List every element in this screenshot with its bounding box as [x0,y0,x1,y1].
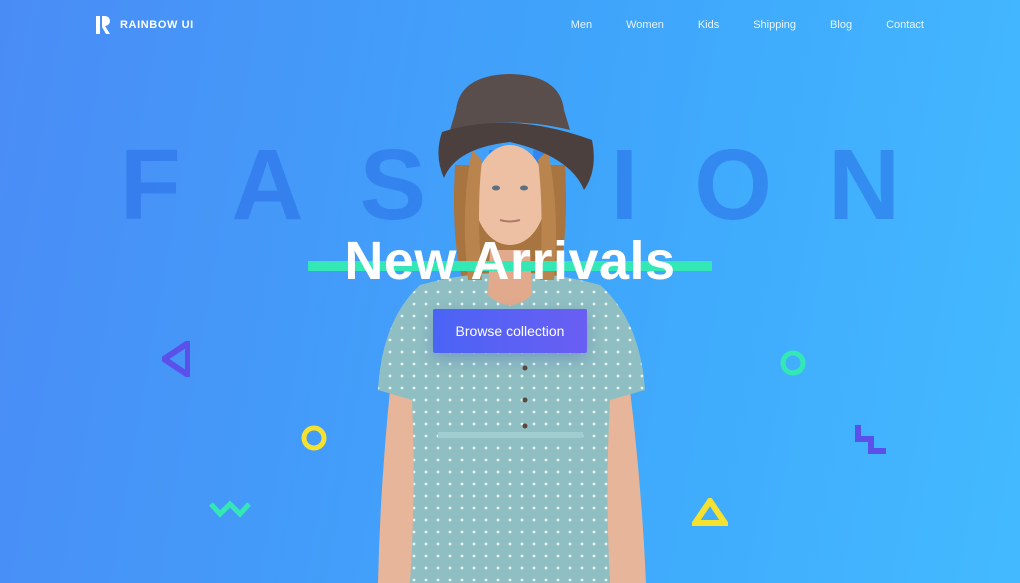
step-shape-icon [855,425,886,454]
nav-item-shipping[interactable]: Shipping [753,19,796,31]
nav-item-contact[interactable]: Contact [886,19,924,31]
triangle-left-icon [162,341,190,377]
browse-collection-button[interactable]: Browse collection [433,309,587,353]
main-nav: Men Women Kids Shipping Blog Contact [571,19,924,31]
hero-headline: New Arrivals [344,231,676,291]
ring-green-icon [780,350,806,376]
nav-item-kids[interactable]: Kids [698,19,719,31]
nav-item-blog[interactable]: Blog [830,19,852,31]
ring-yellow-icon [301,425,327,451]
brand-logo[interactable]: RAINBOW UI [96,16,194,34]
landing-page: RAINBOW UI Men Women Kids Shipping Blog … [0,0,1020,583]
rainbow-r-logo-icon [96,16,110,34]
zigzag-icon [209,500,251,518]
triangle-up-icon [692,498,728,526]
brand-name: RAINBOW UI [120,19,194,31]
nav-item-men[interactable]: Men [571,19,592,31]
nav-item-women[interactable]: Women [626,19,664,31]
